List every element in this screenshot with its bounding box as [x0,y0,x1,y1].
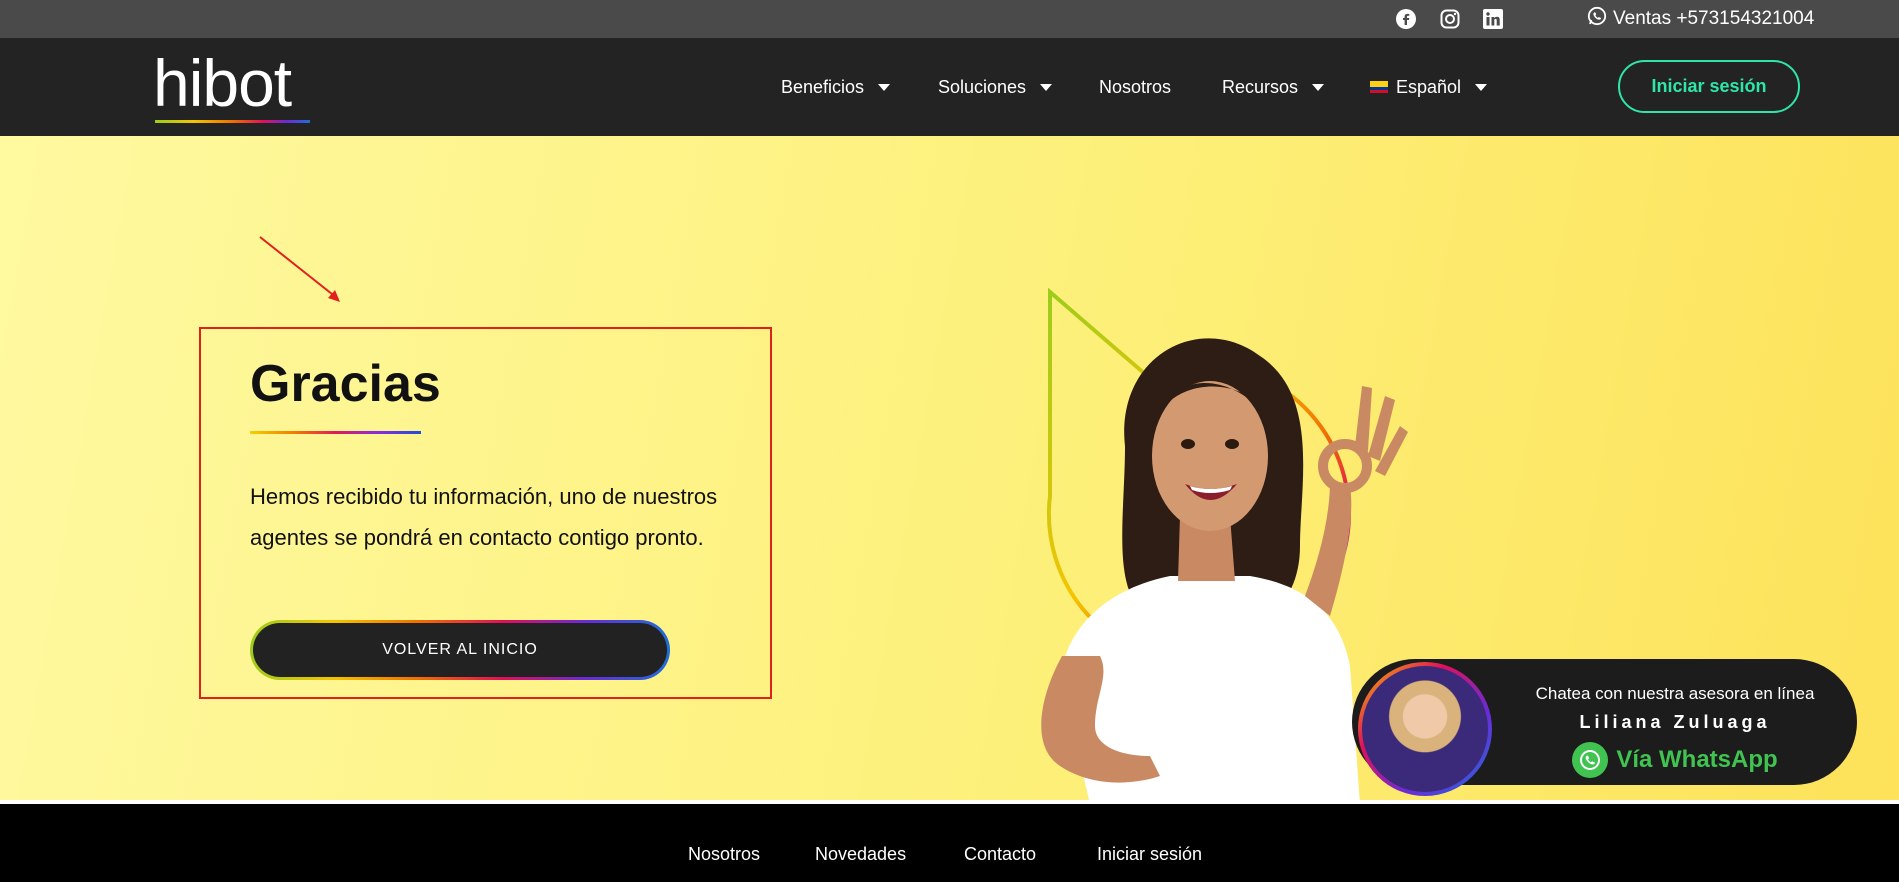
nav-item-soluciones[interactable]: Soluciones [938,74,1053,100]
nav-item-label: Nosotros [1099,76,1172,97]
main-navigation: hibot Beneficios Soluciones Nosotros Rec… [0,38,1899,136]
nav-item-beneficios[interactable]: Beneficios [781,74,891,100]
nav-item-nosotros[interactable]: Nosotros [1099,74,1171,100]
annotation-arrow-icon [259,236,340,302]
footer-link-novedades[interactable]: Novedades [815,844,906,865]
whatsapp-cta-label: Vía WhatsApp [1616,746,1778,773]
nav-item-recursos[interactable]: Recursos [1222,74,1325,100]
footer-link-login[interactable]: Iniciar sesión [1097,844,1202,865]
nav-item-label: Recursos [1222,76,1299,97]
nav-item-label: Soluciones [938,76,1027,97]
instagram-icon[interactable] [1439,8,1461,30]
colombia-flag-icon [1370,81,1388,93]
sales-phone-text: Ventas +573154321004 [1613,8,1815,29]
nav-item-label: Beneficios [781,76,865,97]
whatsapp-chat-widget[interactable]: Chatea con nuestra asesora en línea Lili… [1352,659,1857,796]
chevron-down-icon [878,83,891,91]
footer: Nosotros Novedades Contacto Iniciar sesi… [0,804,1899,882]
back-to-home-button[interactable]: VOLVER AL INICIO [250,620,670,680]
back-to-home-label: VOLVER AL INICIO [253,623,667,677]
chevron-down-icon [1040,83,1053,91]
language-selector[interactable]: Español [1370,74,1488,100]
language-label: Español [1396,76,1462,97]
login-button[interactable]: Iniciar sesión [1618,60,1800,113]
whatsapp-icon [1572,742,1609,778]
hibot-logo[interactable]: hibot [153,46,323,126]
logo-text: hibot [153,50,292,120]
confirmation-message: Hemos recibido tu información, uno de nu… [250,484,718,550]
title-underline [250,431,421,434]
footer-link-nosotros[interactable]: Nosotros [688,844,760,865]
page-title: Gracias [250,355,441,413]
whatsapp-cta[interactable]: Vía WhatsApp [1500,742,1850,778]
linkedin-icon[interactable] [1482,8,1504,30]
facebook-icon[interactable] [1395,8,1417,30]
hero-section: Gracias Hemos recibido tu información, u… [0,136,1899,804]
footer-link-contacto[interactable]: Contacto [964,844,1036,865]
advisor-name: Liliana Zuluaga [1579,712,1771,732]
sales-phone-link[interactable]: Ventas +573154321004 [1587,5,1814,33]
whatsapp-icon [1587,6,1607,32]
top-bar: Ventas +573154321004 [0,0,1899,38]
advisor-avatar [1358,662,1492,796]
chevron-down-icon [1312,83,1325,91]
chevron-down-icon [1475,83,1488,91]
widget-tagline: Chatea con nuestra asesora en línea [1535,684,1815,703]
